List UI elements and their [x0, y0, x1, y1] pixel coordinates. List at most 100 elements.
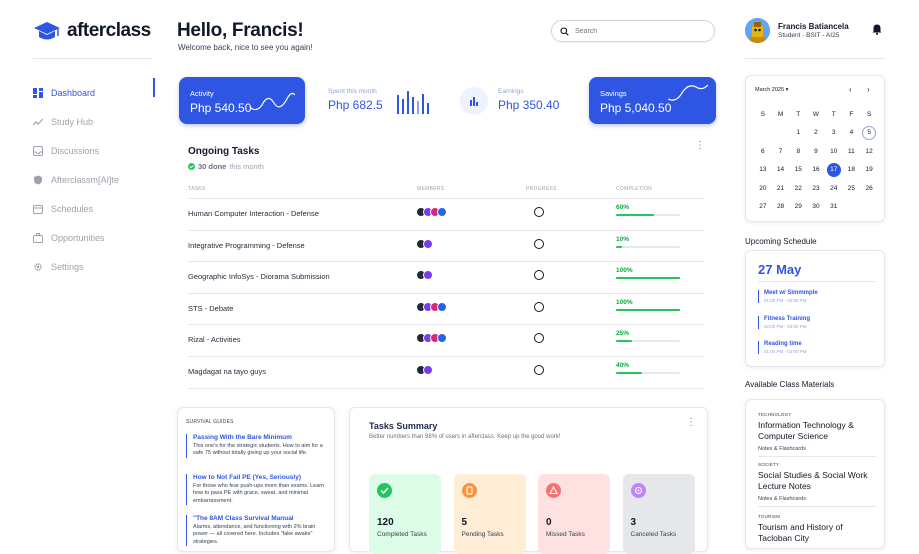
bell-icon[interactable] [872, 24, 882, 35]
calendar-day[interactable]: 30 [807, 198, 825, 217]
nav-item-dashboard[interactable]: Dashboard [33, 78, 155, 107]
done-suffix: this month [229, 162, 264, 171]
calendar-day[interactable]: 4 [843, 124, 861, 143]
chevron-right-icon[interactable]: › [867, 85, 870, 94]
calendar-day[interactable]: 1 [789, 124, 807, 143]
nav-item-settings[interactable]: Settings [33, 252, 155, 281]
calendar-day[interactable]: 25 [843, 179, 861, 198]
material-item[interactable]: TOURISM Tourism and History of Tacloban … [758, 514, 878, 543]
calendar-day[interactable]: 10 [825, 142, 843, 161]
calendar-day-number: 23 [812, 184, 820, 192]
completion: 100% [616, 299, 680, 311]
activity-card[interactable]: Activity Php 540.50 [179, 77, 305, 124]
calendar-day-number: 27 [759, 203, 767, 211]
earnings-card[interactable]: Earnings Php 350.40 [498, 88, 559, 112]
summary-tile[interactable]: 3 Canceled Tasks [622, 474, 695, 554]
table-row[interactable]: Human Computer Interaction - Defense 60% [188, 199, 704, 231]
calendar-day[interactable]: 11 [843, 142, 861, 161]
completion: 25% [616, 330, 680, 343]
summary-tile[interactable]: 5 Pending Tasks [453, 474, 526, 554]
guide-text: This one's for the strategic students. H… [193, 443, 323, 457]
event-time: 02:00 PM - 03:00 PM [764, 324, 807, 329]
calendar-day[interactable]: 28 [772, 198, 790, 217]
shield-icon [34, 175, 42, 184]
calendar-day[interactable]: 12 [860, 142, 878, 161]
table-row[interactable]: STS - Debate 100% [188, 294, 704, 326]
calendar-day[interactable]: 5 [860, 124, 878, 143]
nav-item-afterclassmate[interactable]: Afterclassm[AI]te [33, 165, 155, 194]
calendar-day-number: 13 [759, 166, 767, 174]
progress-indicator[interactable] [534, 270, 544, 281]
summary-tile[interactable]: 0 Missed Tasks [538, 474, 610, 554]
progress-indicator[interactable] [534, 365, 544, 375]
nav-item-study-hub[interactable]: Study Hub [33, 107, 155, 136]
calendar-day[interactable]: 13 [754, 161, 772, 180]
table-row[interactable]: Geographic InfoSys - Diorama Submission 1… [188, 262, 704, 294]
search-input[interactable] [575, 27, 695, 35]
calendar-month-select[interactable]: March 2025 ▾ [755, 87, 788, 93]
table-row[interactable]: Integrative Programming - Defense 10% [188, 231, 704, 263]
search-bar[interactable] [551, 20, 715, 42]
progress-indicator[interactable] [534, 301, 544, 312]
calendar-day[interactable]: 23 [807, 179, 825, 198]
savings-card[interactable]: Savings Php 5,040.50 [589, 77, 716, 124]
divider [758, 506, 876, 507]
member-avatars [416, 365, 433, 375]
calendar-day-number: 19 [865, 166, 873, 174]
calendar-day[interactable]: 19 [860, 161, 878, 180]
guide-item[interactable]: How to Not Fail PE (Yes, Seriously) For … [186, 474, 328, 506]
calendar-day[interactable]: 21 [772, 179, 790, 198]
material-link: Notes & Flashcards [758, 496, 806, 503]
guide-item[interactable]: Passing With the Bare Minimum This one's… [186, 434, 328, 458]
more-options-icon[interactable]: ⋮ [695, 141, 705, 151]
calendar-day[interactable]: 6 [754, 142, 772, 161]
calendar-day[interactable]: 22 [789, 179, 807, 198]
schedule-event[interactable]: Reading time 01:00 PM - 02:00 PM [758, 341, 807, 354]
calendar-day[interactable]: 9 [807, 142, 825, 161]
event-title: Reading time [764, 341, 802, 347]
calendar-empty-cell [843, 198, 861, 217]
completion-fill [616, 277, 680, 280]
calendar-day[interactable]: 29 [789, 198, 807, 217]
table-row[interactable]: Magdagat na tayo guys 40% [188, 357, 704, 389]
brand-logo[interactable]: afterclass [33, 20, 151, 42]
material-item[interactable]: SOCIETY Social Studies & Social Work Lec… [758, 462, 878, 502]
calendar-day[interactable]: 16 [807, 161, 825, 180]
nav-label: Study Hub [51, 116, 94, 127]
calendar-day[interactable]: 2 [807, 124, 825, 143]
more-options-icon[interactable]: ⋮ [686, 418, 696, 428]
calendar-day[interactable]: 3 [825, 124, 843, 143]
gear-icon [34, 262, 42, 271]
guide-item[interactable]: "The 8AM Class Survival Manual Alarms, a… [186, 515, 328, 547]
member-avatar [437, 207, 447, 217]
calendar-day[interactable]: 24 [825, 179, 843, 198]
chevron-left-icon[interactable]: ‹ [849, 85, 852, 94]
tile-label: Canceled Tasks [630, 531, 677, 538]
avatar[interactable] [745, 18, 770, 43]
progress-indicator[interactable] [534, 207, 544, 217]
calendar-day[interactable]: 15 [789, 161, 807, 180]
calendar-day[interactable]: 27 [754, 198, 772, 217]
active-indicator [153, 78, 155, 97]
summary-tile[interactable]: 120 Completed Tasks [369, 474, 441, 554]
calendar-day[interactable]: 14 [772, 161, 790, 180]
calendar-day-number: 7 [778, 147, 783, 155]
nav-item-schedules[interactable]: Schedules [33, 194, 155, 223]
member-avatar [423, 238, 433, 249]
calendar-day[interactable]: 17 [825, 161, 843, 180]
nav-item-discussions[interactable]: Discussions [33, 136, 155, 165]
calendar-day[interactable]: 26 [860, 179, 878, 198]
progress-indicator[interactable] [534, 238, 544, 249]
nav-item-opportunities[interactable]: Opportunities [33, 223, 155, 252]
schedule-event[interactable]: Fitness Training 02:00 PM - 03:00 PM [758, 316, 810, 329]
calendar-day[interactable]: 18 [843, 161, 861, 180]
material-item[interactable]: TECHNOLOGY Information Technology & Comp… [758, 412, 878, 452]
calendar-day[interactable]: 20 [754, 179, 772, 198]
calendar-day[interactable]: 8 [789, 142, 807, 161]
progress-indicator[interactable] [534, 333, 544, 344]
calendar-day[interactable]: 31 [825, 198, 843, 217]
table-row[interactable]: Rizal - Activities 25% [188, 325, 704, 357]
spent-card[interactable]: Spent this month Php 682.5 [328, 88, 383, 112]
calendar-day[interactable]: 7 [772, 142, 790, 161]
schedule-event[interactable]: Meet w/ Simmmple 01:00 PM - 02:00 PM [758, 290, 818, 303]
